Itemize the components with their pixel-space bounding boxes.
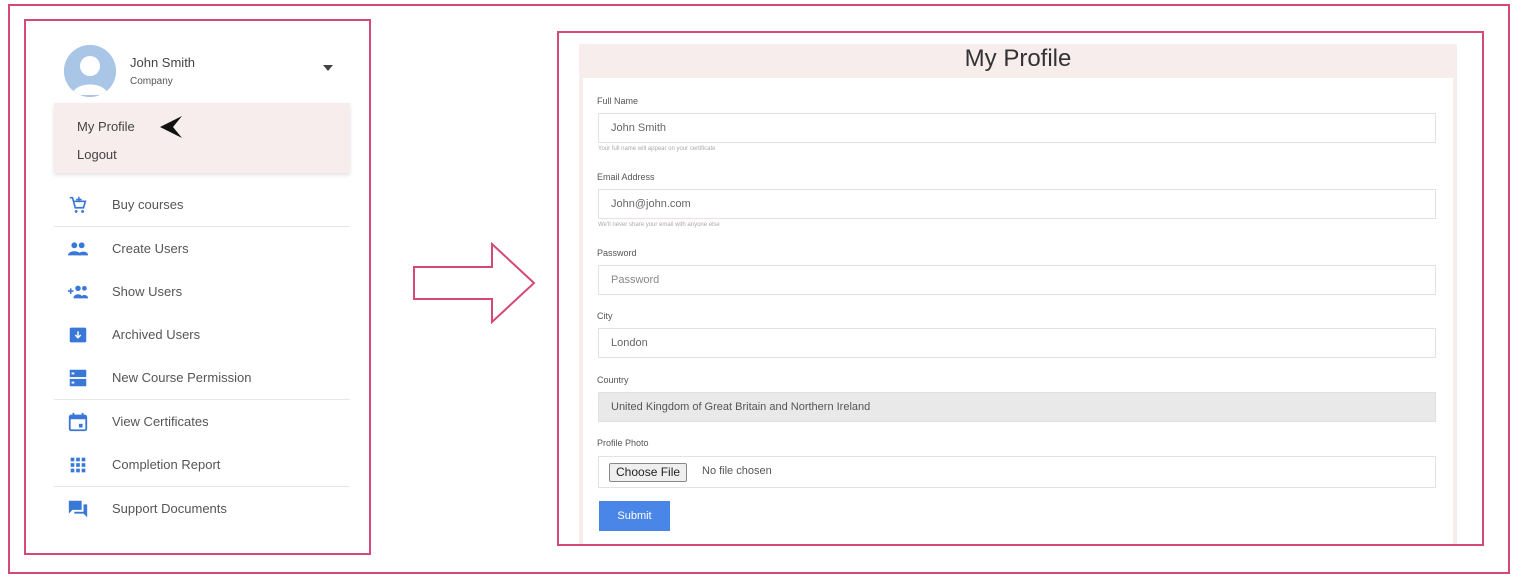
sidebar-panel: John Smith Company My Profile Logout Buy… [24,19,371,555]
user-dropdown-menu: My Profile Logout [54,103,350,173]
sidebar-item-view-certificates[interactable]: View Certificates [54,400,350,443]
email-field[interactable]: John@john.com [598,189,1436,219]
city-input[interactable]: London [598,328,1436,358]
user-avatar-icon [64,45,116,97]
profile-form: Full Name John Smith Your full name will… [583,78,1453,544]
email-label: Email Address [597,172,655,182]
page-title: My Profile [964,45,1072,72]
sidebar-item-buy-courses[interactable]: Buy courses [54,183,350,226]
sidebar-item-label: View Certificates [112,414,209,429]
sidebar-item-label: Create Users [112,241,189,256]
user-header[interactable]: John Smith Company [62,43,352,99]
sidebar-item-label: Archived Users [112,327,201,342]
sidebar-item-support-documents[interactable]: Support Documents [54,487,350,530]
password-field[interactable]: Password [598,265,1436,295]
user-company: Company [130,76,173,87]
sidebar-item-completion-report[interactable]: Completion Report [54,443,350,486]
user-name: John Smith [130,55,196,70]
country-select[interactable]: United Kingdom of Great Britain and Nort… [598,392,1436,422]
password-label: Password [597,248,637,258]
submit-button[interactable]: Submit [599,501,670,531]
avatar [64,45,116,97]
menu-item-logout[interactable]: Logout [77,147,117,162]
archive-box-icon [66,323,90,347]
profile-panel: My Profile Full Name John Smith Your ful… [557,31,1484,546]
profile-photo-label: Profile Photo [597,438,649,448]
storage-icon [66,366,90,390]
full-name-label: Full Name [597,96,639,106]
menu-item-my-profile[interactable]: My Profile [77,119,135,134]
full-name-help: Your full name will appear on your certi… [598,146,716,152]
users-group-icon [66,237,90,261]
sidebar-menu: Buy courses Create Users Show Users Arch… [54,183,350,530]
cart-icon [66,193,90,217]
pointer-arrow-icon [160,116,182,138]
chat-bubbles-icon [66,497,90,521]
profile-form-card: My Profile Full Name John Smith Your ful… [579,44,1457,544]
sidebar-item-create-users[interactable]: Create Users [54,227,350,270]
sidebar-item-show-users[interactable]: Show Users [54,270,350,313]
right-arrow-icon [413,241,536,325]
email-help: We'll never share your email with anyone… [598,222,720,228]
add-users-icon [66,280,90,304]
city-label: City [597,311,613,321]
sidebar-item-archived-users[interactable]: Archived Users [54,313,350,356]
choose-file-button[interactable]: Choose File [609,463,688,482]
sidebar-item-label: Completion Report [112,457,221,472]
sidebar-item-label: Show Users [112,284,183,299]
sidebar-item-label: New Course Permission [112,370,252,385]
grid-dots-icon [66,453,90,477]
sidebar-item-label: Support Documents [112,501,227,516]
profile-photo-file-input: Choose File No file chosen [598,456,1436,488]
country-label: Country [597,375,629,385]
calendar-icon [66,410,90,434]
full-name-input[interactable]: John Smith [598,113,1436,143]
file-status-text: No file chosen [702,465,772,477]
chevron-down-icon[interactable] [323,65,333,71]
sidebar-item-label: Buy courses [112,197,184,212]
sidebar-item-new-course-permission[interactable]: New Course Permission [54,356,350,399]
